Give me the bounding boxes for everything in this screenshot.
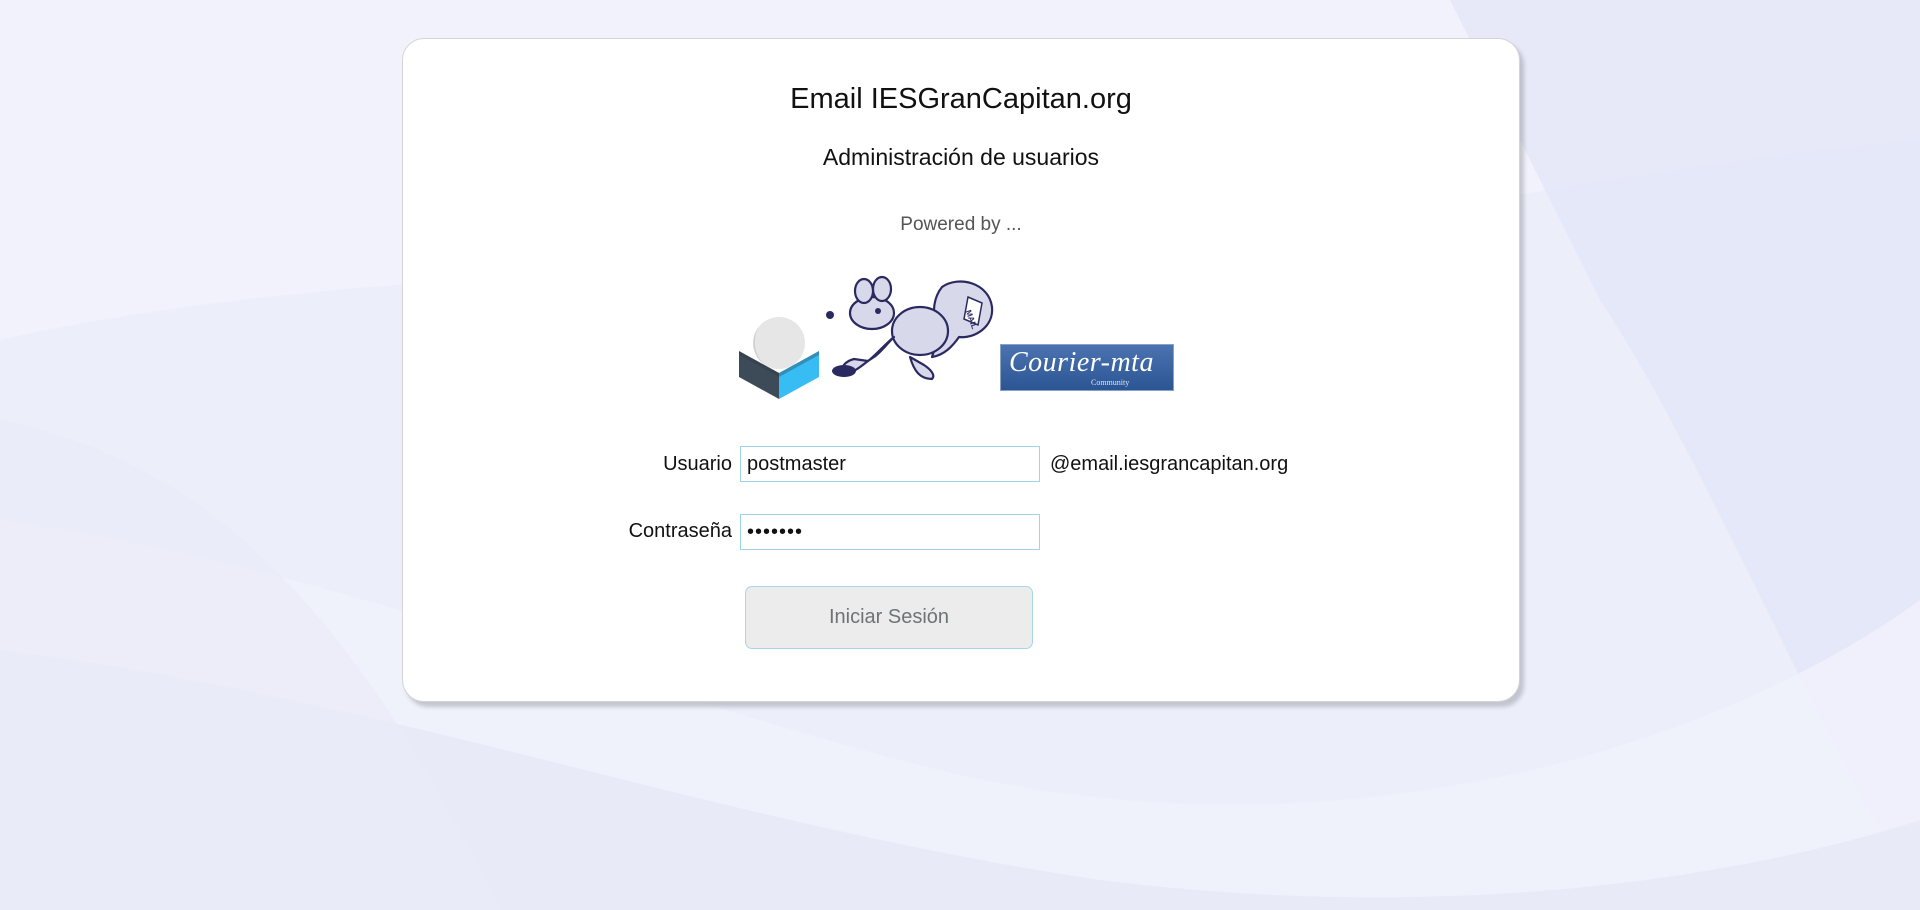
email-domain-suffix: @email.iesgrancapitan.org [1050,453,1289,475]
courier-mta-logo: Courier-mta Community [1000,344,1174,391]
courier-logo-subtext: Community [1091,378,1130,387]
login-button[interactable]: Iniciar Sesión [745,586,1033,649]
powered-by-text: Powered by ... [900,214,1022,235]
username-label: Usuario [663,453,732,475]
password-label: Contraseña [628,520,732,542]
courier-logo-text: Courier-mta [1009,347,1154,378]
page-title: Email IESGranCapitan.org [790,83,1132,115]
squirrelmail-logo: MAIL [826,275,994,381]
page-subtitle: Administración de usuarios [822,144,1100,170]
login-card: Email IESGranCapitan.org Administración … [402,38,1520,702]
password-input[interactable] [740,514,1040,550]
roundcube-logo [739,317,819,399]
username-input[interactable] [740,446,1040,482]
